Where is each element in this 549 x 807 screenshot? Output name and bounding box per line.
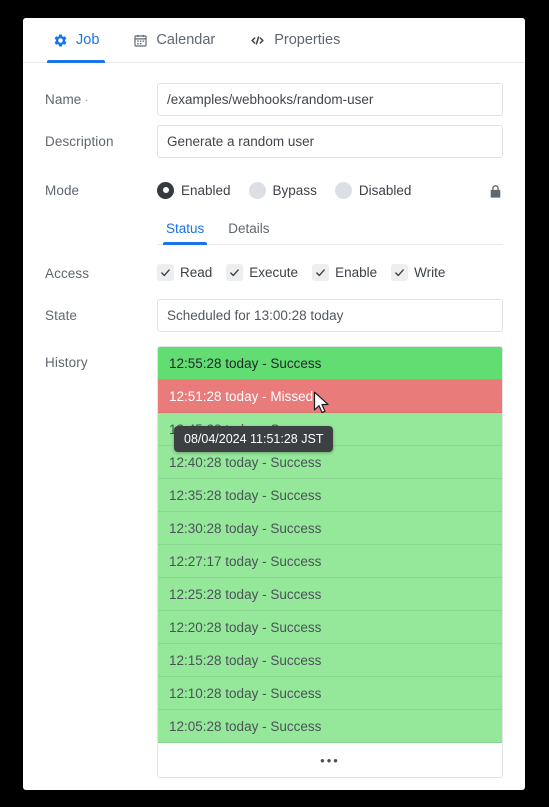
field-row-name: Name · /examples/webhooks/random-user [23, 83, 525, 116]
tab-details[interactable]: Details [219, 212, 278, 245]
name-input[interactable]: /examples/webhooks/random-user [157, 83, 503, 116]
radio-disabled-indicator[interactable] [334, 181, 352, 199]
history-more-button[interactable]: ••• [158, 743, 502, 777]
mode-option-bypass-label: Bypass [272, 182, 317, 198]
tab-job-label: Job [76, 32, 100, 48]
lock-icon[interactable] [488, 181, 503, 200]
description-label: Description [45, 134, 114, 149]
checkbox-enable[interactable] [312, 263, 330, 281]
access-option-execute-label: Execute [249, 264, 299, 280]
field-row-mode: Mode Enabled Bypass Disabled Status Deta… [23, 174, 525, 245]
status-details-tabbar: Status Details [157, 212, 503, 245]
history-tooltip: 08/04/2024 11:51:28 JST [174, 426, 334, 452]
history-row[interactable]: 12:25:28 today - Success [158, 578, 502, 611]
mode-option-enabled-label: Enabled [181, 182, 231, 198]
mode-option-bypass[interactable]: Bypass [248, 181, 317, 199]
field-row-description: Description Generate a random user [23, 125, 525, 158]
history-row[interactable]: 12:55:28 today - Success [158, 347, 502, 380]
tab-calendar[interactable]: Calendar [127, 18, 221, 63]
gear-icon [53, 33, 68, 48]
main-tabbar: Job Calendar Properties [23, 18, 525, 63]
tab-status[interactable]: Status [157, 212, 213, 245]
history-row[interactable]: 12:15:28 today - Success [158, 644, 502, 677]
access-option-read[interactable]: Read [157, 263, 213, 281]
tab-active-underline [47, 59, 106, 63]
job-panel-card: Job Calendar Properties Name · /examples… [23, 18, 525, 790]
access-option-enable-label: Enable [335, 264, 378, 280]
tab-details-label: Details [228, 220, 270, 236]
access-option-enable[interactable]: Enable [312, 263, 378, 281]
code-icon [249, 33, 266, 48]
history-row[interactable]: 12:05:28 today - Success [158, 710, 502, 743]
field-row-history: History 12:55:28 today - Success 12:51:28… [23, 346, 525, 778]
radio-enabled-indicator[interactable] [157, 181, 174, 199]
screen: Job Calendar Properties Name · /examples… [0, 0, 549, 807]
required-marker: · [84, 92, 89, 107]
checkbox-read[interactable] [157, 263, 174, 281]
tab-job[interactable]: Job [47, 18, 106, 63]
history-row[interactable]: 12:30:28 today - Success [158, 512, 502, 545]
mode-option-enabled[interactable]: Enabled [157, 181, 231, 199]
mode-radio-group: Enabled Bypass Disabled [157, 174, 503, 206]
history-list: 12:55:28 today - Success 12:51:28 today -… [157, 346, 503, 778]
mode-option-disabled-label: Disabled [358, 182, 412, 198]
access-label: Access [45, 266, 90, 281]
tab-status-label: Status [166, 220, 205, 236]
access-checkbox-group: Read Execute Enable Write [157, 257, 503, 287]
description-input[interactable]: Generate a random user [157, 125, 503, 158]
history-row[interactable]: 12:10:28 today - Success [158, 677, 502, 710]
tab-calendar-label: Calendar [156, 32, 216, 48]
mode-option-disabled[interactable]: Disabled [334, 181, 412, 199]
field-row-state: State Scheduled for 13:00:28 today [23, 299, 525, 332]
subtab-active-underline [163, 241, 208, 245]
checkbox-execute[interactable] [226, 263, 244, 281]
history-label: History [45, 355, 88, 370]
tab-properties[interactable]: Properties [243, 18, 346, 63]
tab-properties-label: Properties [274, 32, 341, 48]
mode-label: Mode [45, 183, 80, 198]
history-row[interactable]: 12:51:28 today - Missed [158, 380, 502, 413]
history-row[interactable]: 12:35:28 today - Success [158, 479, 502, 512]
history-row[interactable]: 12:27:17 today - Success [158, 545, 502, 578]
field-row-access: Access Read Execute Enable Write [23, 257, 525, 287]
access-option-write-label: Write [414, 264, 446, 280]
name-label: Name · [45, 92, 89, 107]
checkbox-write[interactable] [391, 263, 409, 281]
calendar-icon [133, 33, 148, 48]
access-option-read-label: Read [180, 264, 213, 280]
state-label: State [45, 308, 78, 323]
access-option-execute[interactable]: Execute [226, 263, 299, 281]
access-option-write[interactable]: Write [391, 263, 446, 281]
state-value: Scheduled for 13:00:28 today [157, 299, 503, 332]
history-row[interactable]: 12:20:28 today - Success [158, 611, 502, 644]
radio-bypass-indicator[interactable] [248, 181, 266, 199]
